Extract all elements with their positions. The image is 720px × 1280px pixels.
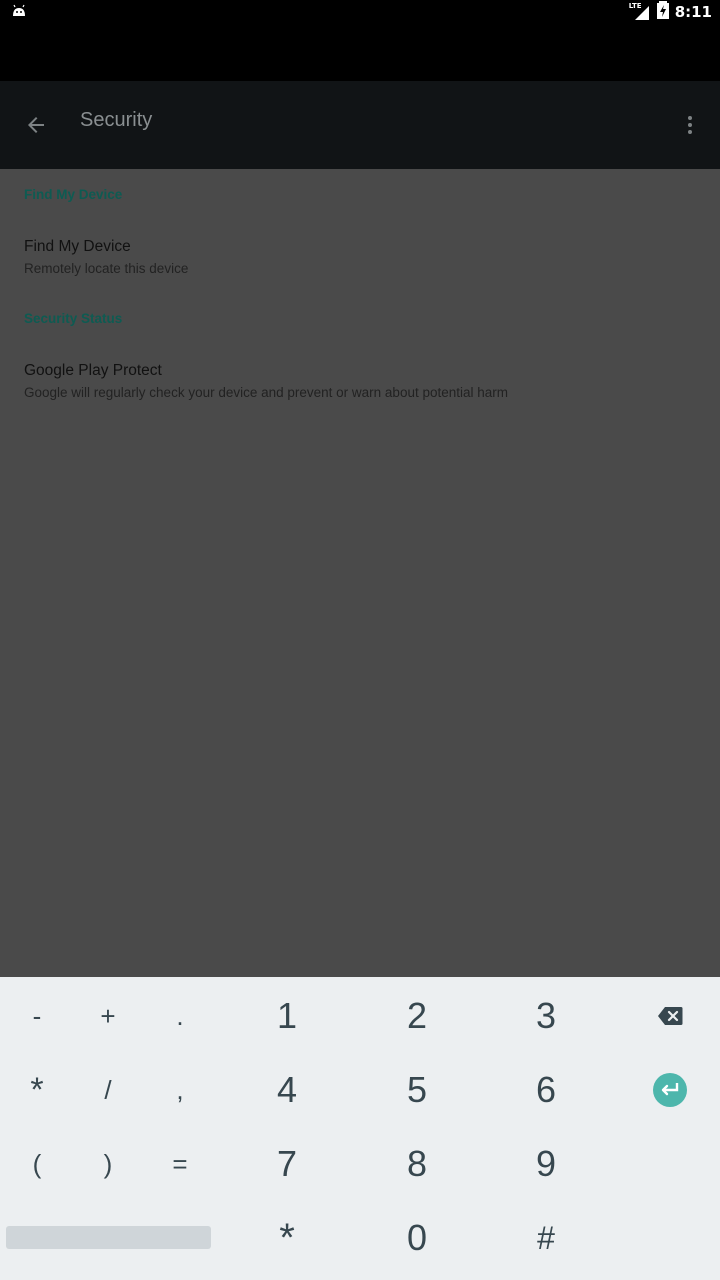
space-key[interactable] xyxy=(6,1226,211,1249)
item-title: Find My Device xyxy=(24,238,131,255)
key-1[interactable]: 1 xyxy=(232,991,342,1041)
settings-list: Find My Device Find My Device Remotely l… xyxy=(0,169,720,977)
more-vert-icon[interactable] xyxy=(678,113,702,137)
item-subtitle: Remotely locate this device xyxy=(24,261,189,276)
item-title: Google Play Protect xyxy=(24,362,162,379)
key-2[interactable]: 2 xyxy=(362,991,472,1041)
section-header-find-my-device: Find My Device xyxy=(24,187,123,202)
key-7[interactable]: 7 xyxy=(232,1139,342,1189)
backspace-icon[interactable] xyxy=(640,991,700,1041)
key-asterisk[interactable]: * xyxy=(7,1065,67,1115)
key-plus[interactable]: + xyxy=(78,991,138,1041)
key-minus[interactable]: - xyxy=(7,991,67,1041)
key-close-paren[interactable]: ) xyxy=(78,1139,138,1189)
key-6[interactable]: 6 xyxy=(491,1065,601,1115)
key-period[interactable]: . xyxy=(150,991,210,1041)
battery-charging-icon xyxy=(656,1,669,23)
key-8[interactable]: 8 xyxy=(362,1139,472,1189)
key-equals[interactable]: = xyxy=(150,1139,210,1189)
section-header-security-status: Security Status xyxy=(24,311,123,326)
page-title: Security xyxy=(80,109,153,131)
screen: LTE 8:11 Security Find My Device Find My… xyxy=(0,0,720,1280)
network-type: LTE xyxy=(628,2,642,10)
key-3[interactable]: 3 xyxy=(491,991,601,1041)
numeric-keyboard: - + . 1 2 3 * / , 4 5 6 ( ) = 7 8 9 * 0 … xyxy=(0,977,720,1280)
signal-icon: LTE xyxy=(629,2,651,22)
key-9[interactable]: 9 xyxy=(491,1139,601,1189)
key-star[interactable]: * xyxy=(232,1213,342,1263)
clock: 8:11 xyxy=(674,3,712,21)
key-comma[interactable]: , xyxy=(150,1065,210,1115)
key-open-paren[interactable]: ( xyxy=(7,1139,67,1189)
key-hash[interactable]: # xyxy=(491,1213,601,1263)
key-0[interactable]: 0 xyxy=(362,1213,472,1263)
app-bar: Security xyxy=(0,81,720,169)
item-subtitle: Google will regularly check your device … xyxy=(24,385,509,400)
key-5[interactable]: 5 xyxy=(362,1065,472,1115)
enter-icon[interactable] xyxy=(640,1065,700,1115)
top-band xyxy=(0,24,720,81)
status-icons: LTE 8:11 xyxy=(629,1,712,23)
android-icon xyxy=(10,3,28,21)
key-4[interactable]: 4 xyxy=(232,1065,342,1115)
key-slash[interactable]: / xyxy=(78,1065,138,1115)
status-bar: LTE 8:11 xyxy=(0,0,720,24)
arrow-back-icon[interactable] xyxy=(24,113,48,137)
